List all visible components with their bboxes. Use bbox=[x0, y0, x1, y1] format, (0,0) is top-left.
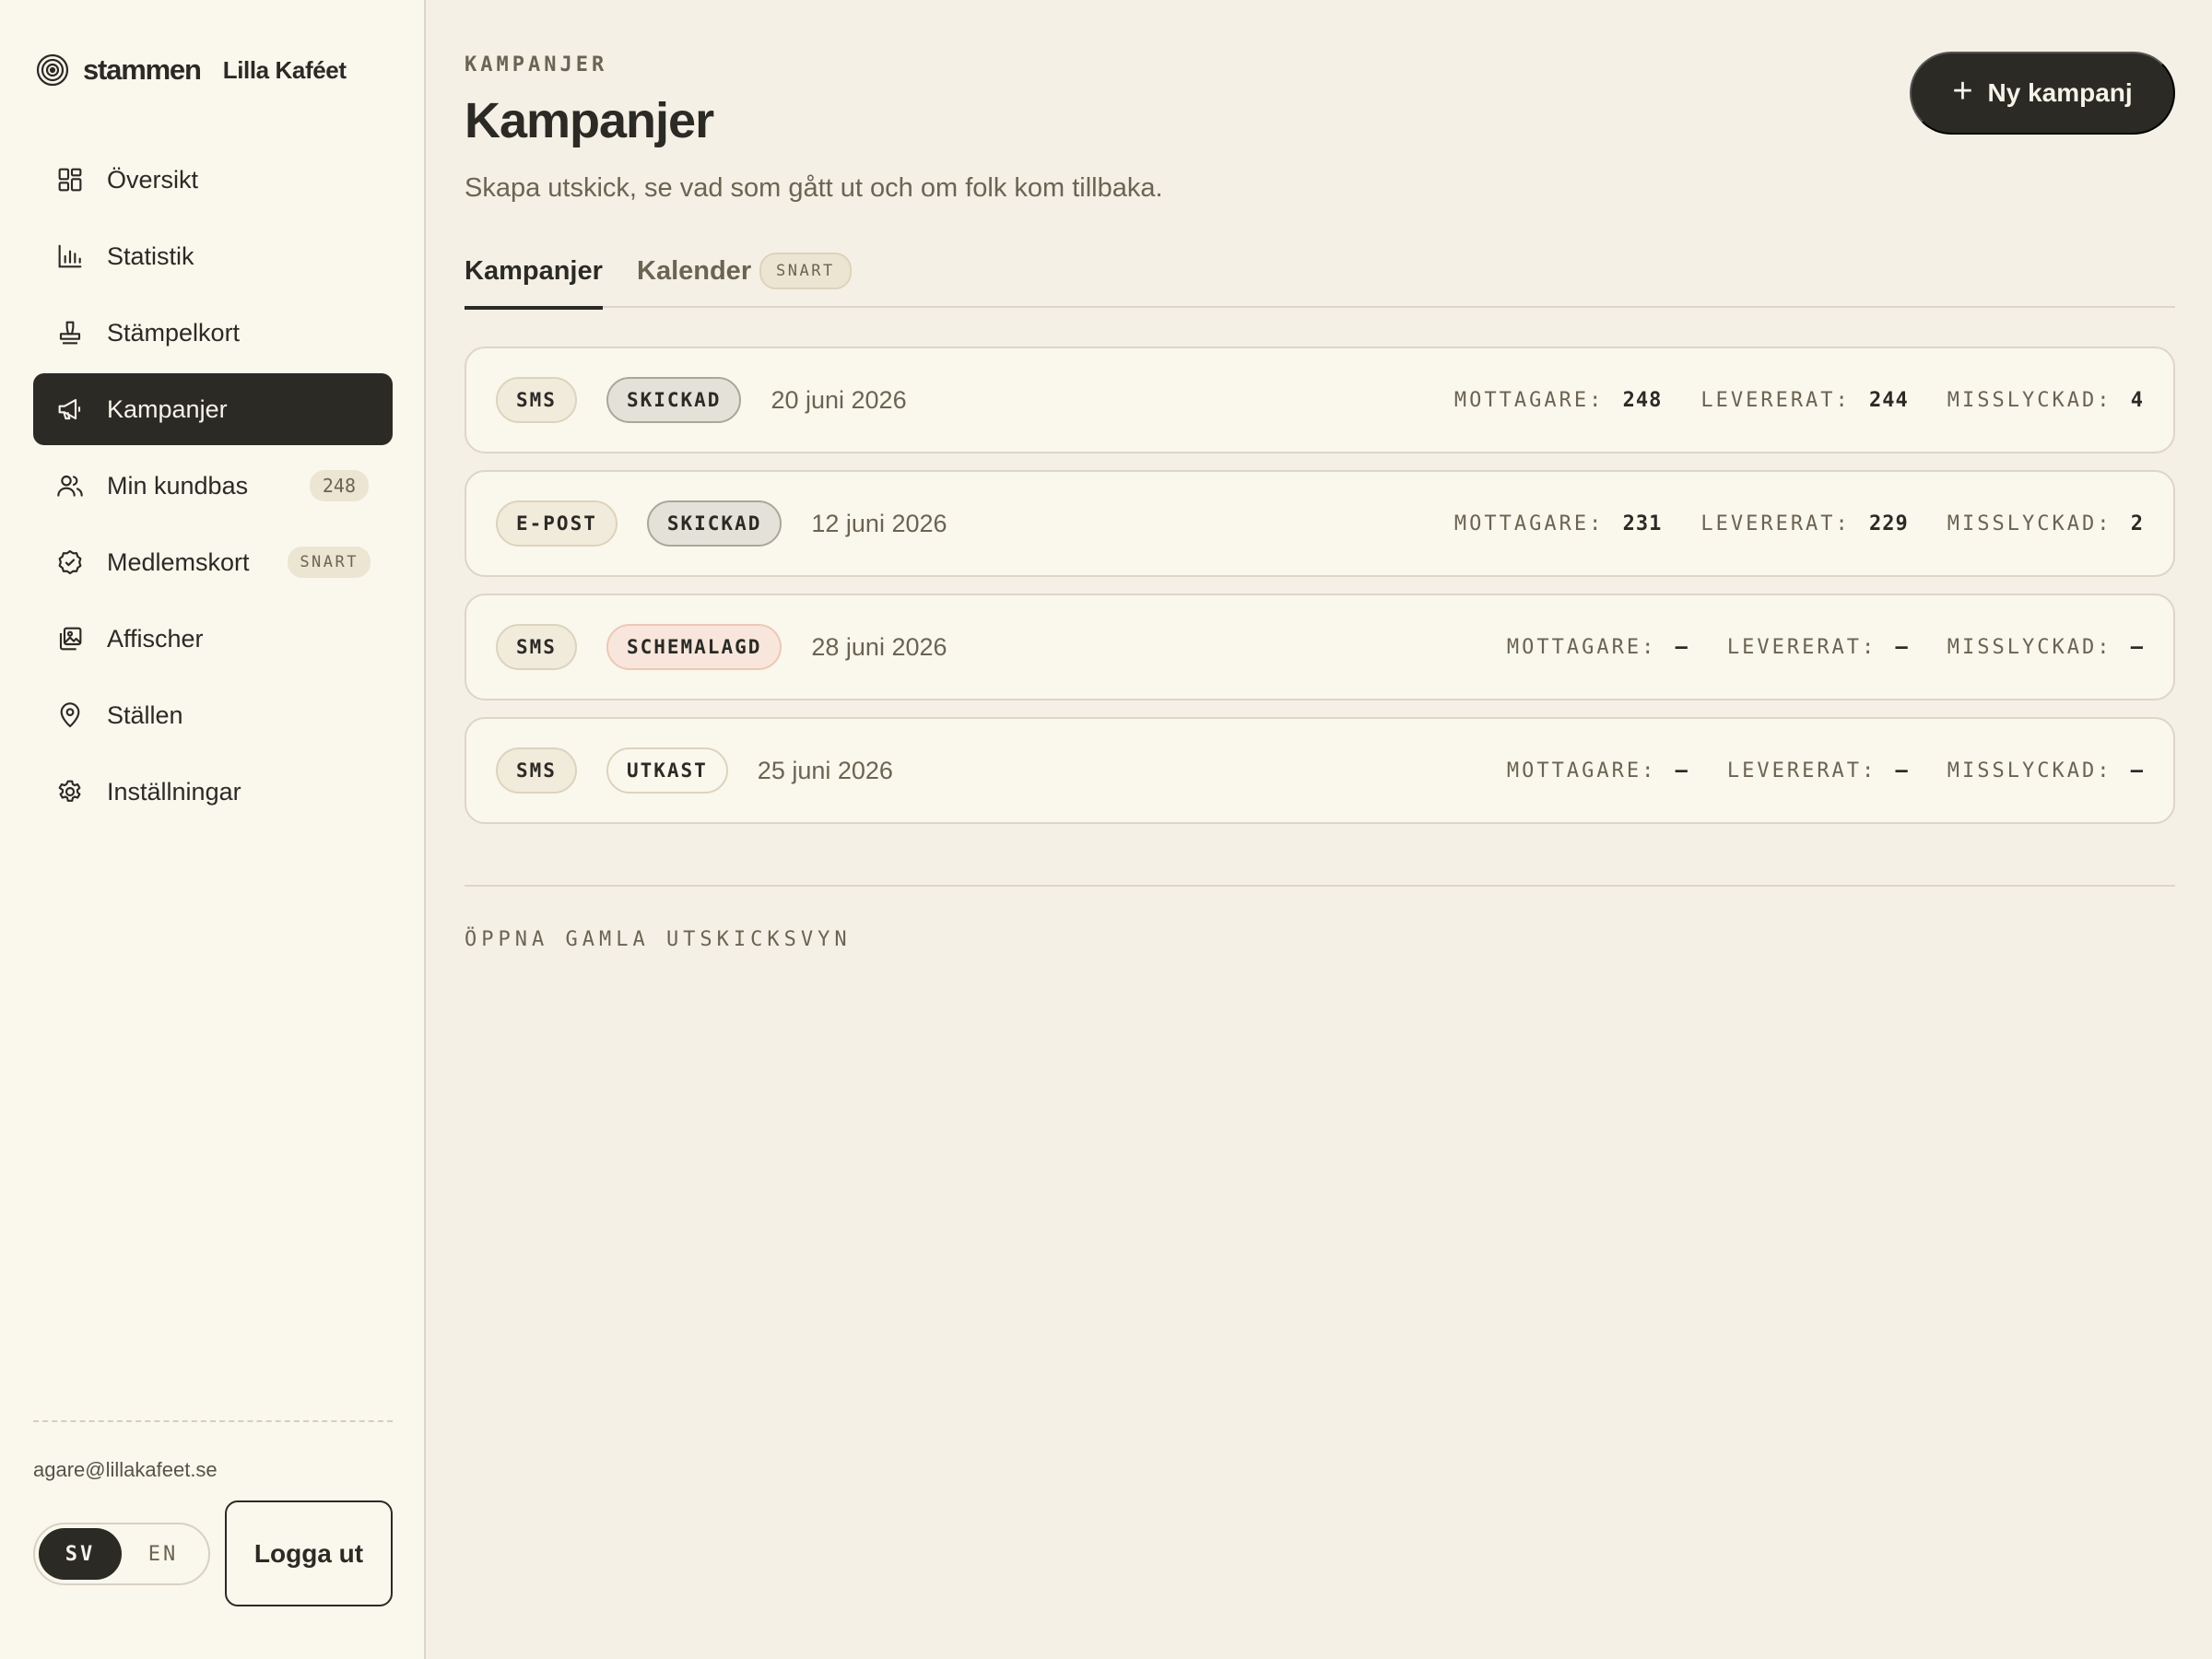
campaign-date: 25 juni 2026 bbox=[757, 756, 893, 784]
sidebar-item-label: Översikt bbox=[107, 165, 199, 194]
user-email: agare@lillakafeet.se bbox=[33, 1458, 218, 1481]
plus-icon: + bbox=[1952, 71, 1973, 111]
stat-failed: MISSLYCKAD: – bbox=[1947, 635, 2144, 659]
campaign-row[interactable]: SMS UTKAST 25 juni 2026 MOTTAGARE: – LEV… bbox=[465, 717, 2175, 824]
campaign-row[interactable]: SMS SCHEMALAGD 28 juni 2026 MOTTAGARE: –… bbox=[465, 594, 2175, 700]
sidebar-nav: Översikt Statistik Stämpelkort Kampanjer… bbox=[33, 144, 393, 832]
tab-bar: Kampanjer Kalender SNART bbox=[465, 251, 2175, 310]
grid-icon bbox=[55, 165, 85, 194]
sidebar-item-oversikt[interactable]: Översikt bbox=[33, 144, 393, 216]
sidebar-item-min-kundbas[interactable]: Min kundbas 248 bbox=[33, 450, 393, 522]
brand-name: stammen bbox=[83, 53, 202, 86]
campaign-date: 12 juni 2026 bbox=[811, 509, 947, 537]
sidebar-item-label: Ställen bbox=[107, 700, 183, 729]
sidebar-item-label: Min kundbas bbox=[107, 471, 249, 500]
sidebar-item-affischer[interactable]: Affischer bbox=[33, 603, 393, 675]
new-campaign-label: Ny kampanj bbox=[1987, 78, 2133, 107]
stamp-icon bbox=[55, 318, 85, 347]
stat-delivered: LEVERERAT: 229 bbox=[1700, 512, 1909, 535]
customer-count-badge: 248 bbox=[309, 470, 369, 501]
sidebar-item-stampelkort[interactable]: Stämpelkort bbox=[33, 297, 393, 369]
channel-badge: SMS bbox=[496, 747, 577, 794]
map-pin-icon bbox=[55, 700, 85, 730]
stat-recipients: MOTTAGARE: – bbox=[1506, 759, 1688, 782]
soon-badge: SNART bbox=[759, 253, 852, 289]
users-icon bbox=[55, 471, 85, 500]
sidebar-item-kampanjer[interactable]: Kampanjer bbox=[33, 373, 393, 445]
brand[interactable]: stammen Lilla Kaféet bbox=[35, 52, 347, 88]
sidebar-item-label: Statistik bbox=[107, 241, 194, 270]
channel-badge: E-POST bbox=[496, 500, 618, 547]
campaign-stats: MOTTAGARE: – LEVERERAT: – MISSLYCKAD: – bbox=[1468, 719, 2144, 822]
channel-badge: SMS bbox=[496, 624, 577, 670]
new-campaign-button[interactable]: + Ny kampanj bbox=[1910, 52, 2175, 135]
stat-failed: MISSLYCKAD: 2 bbox=[1947, 512, 2144, 535]
stat-delivered: LEVERERAT: – bbox=[1726, 759, 1909, 782]
sidebar-item-medlemskort[interactable]: Medlemskort SNART bbox=[33, 526, 393, 598]
campaign-row[interactable]: E-POST SKICKAD 12 juni 2026 MOTTAGARE: 2… bbox=[465, 470, 2175, 577]
campaign-stats: MOTTAGARE: 231 LEVERERAT: 229 MISSLYCKAD… bbox=[1416, 472, 2144, 575]
status-badge: SKICKAD bbox=[646, 500, 782, 547]
campaign-date: 20 juni 2026 bbox=[771, 385, 907, 414]
page-title: Kampanjer bbox=[465, 93, 714, 148]
lang-option-en[interactable]: EN bbox=[122, 1528, 205, 1580]
status-badge: SCHEMALAGD bbox=[606, 624, 782, 670]
tab-kalender[interactable]: Kalender bbox=[637, 251, 751, 308]
campaign-list: SMS SKICKAD 20 juni 2026 MOTTAGARE: 248 … bbox=[465, 347, 2175, 841]
sidebar-item-installningar[interactable]: Inställningar bbox=[33, 756, 393, 828]
stat-delivered: LEVERERAT: 244 bbox=[1700, 388, 1909, 412]
stat-recipients: MOTTAGARE: 248 bbox=[1453, 388, 1663, 412]
sidebar-item-label: Kampanjer bbox=[107, 394, 228, 423]
campaign-stats: MOTTAGARE: 248 LEVERERAT: 244 MISSLYCKAD… bbox=[1416, 348, 2144, 452]
campaign-row[interactable]: SMS SKICKAD 20 juni 2026 MOTTAGARE: 248 … bbox=[465, 347, 2175, 453]
sidebar-divider bbox=[33, 1420, 393, 1422]
page-subtitle: Skapa utskick, se vad som gått ut och om… bbox=[465, 173, 1163, 203]
channel-badge: SMS bbox=[496, 377, 577, 423]
campaign-date: 28 juni 2026 bbox=[811, 632, 947, 661]
stat-failed: MISSLYCKAD: – bbox=[1947, 759, 2144, 782]
bar-chart-icon bbox=[55, 241, 85, 271]
cafe-name: Lilla Kaféet bbox=[222, 55, 347, 84]
badge-check-icon bbox=[55, 547, 85, 577]
sidebar-item-statistik[interactable]: Statistik bbox=[33, 220, 393, 292]
images-icon bbox=[55, 624, 85, 653]
main-content: KAMPANJER Kampanjer Skapa utskick, se va… bbox=[465, 0, 2175, 1659]
status-badge: UTKAST bbox=[606, 747, 728, 794]
sidebar-item-label: Stämpelkort bbox=[107, 318, 241, 347]
campaign-stats: MOTTAGARE: – LEVERERAT: – MISSLYCKAD: – bbox=[1468, 595, 2144, 699]
sidebar-item-label: Inställningar bbox=[107, 777, 241, 806]
sidebar: stammen Lilla Kaféet Översikt Statistik bbox=[0, 0, 426, 1659]
stat-recipients: MOTTAGARE: – bbox=[1506, 635, 1688, 659]
stammen-logo-icon bbox=[35, 53, 70, 88]
sidebar-item-label: Affischer bbox=[107, 624, 204, 653]
gear-icon bbox=[55, 777, 85, 806]
stat-delivered: LEVERERAT: – bbox=[1726, 635, 1909, 659]
logout-button[interactable]: Logga ut bbox=[225, 1500, 393, 1606]
sidebar-item-stallen[interactable]: Ställen bbox=[33, 679, 393, 751]
page-eyebrow: KAMPANJER bbox=[465, 53, 608, 76]
lang-option-sv[interactable]: SV bbox=[39, 1528, 122, 1580]
old-view-link[interactable]: ÖPPNA GAMLA UTSKICKSVYN bbox=[465, 928, 852, 951]
sidebar-item-label: Medlemskort bbox=[107, 547, 250, 576]
tab-kampanjer[interactable]: Kampanjer bbox=[465, 251, 603, 310]
section-divider bbox=[465, 885, 2175, 887]
status-badge: SKICKAD bbox=[606, 377, 742, 423]
megaphone-icon bbox=[55, 394, 85, 424]
stat-recipients: MOTTAGARE: 231 bbox=[1453, 512, 1663, 535]
soon-badge: SNART bbox=[288, 547, 371, 578]
language-toggle: SV EN bbox=[33, 1523, 210, 1585]
stat-failed: MISSLYCKAD: 4 bbox=[1947, 388, 2144, 412]
